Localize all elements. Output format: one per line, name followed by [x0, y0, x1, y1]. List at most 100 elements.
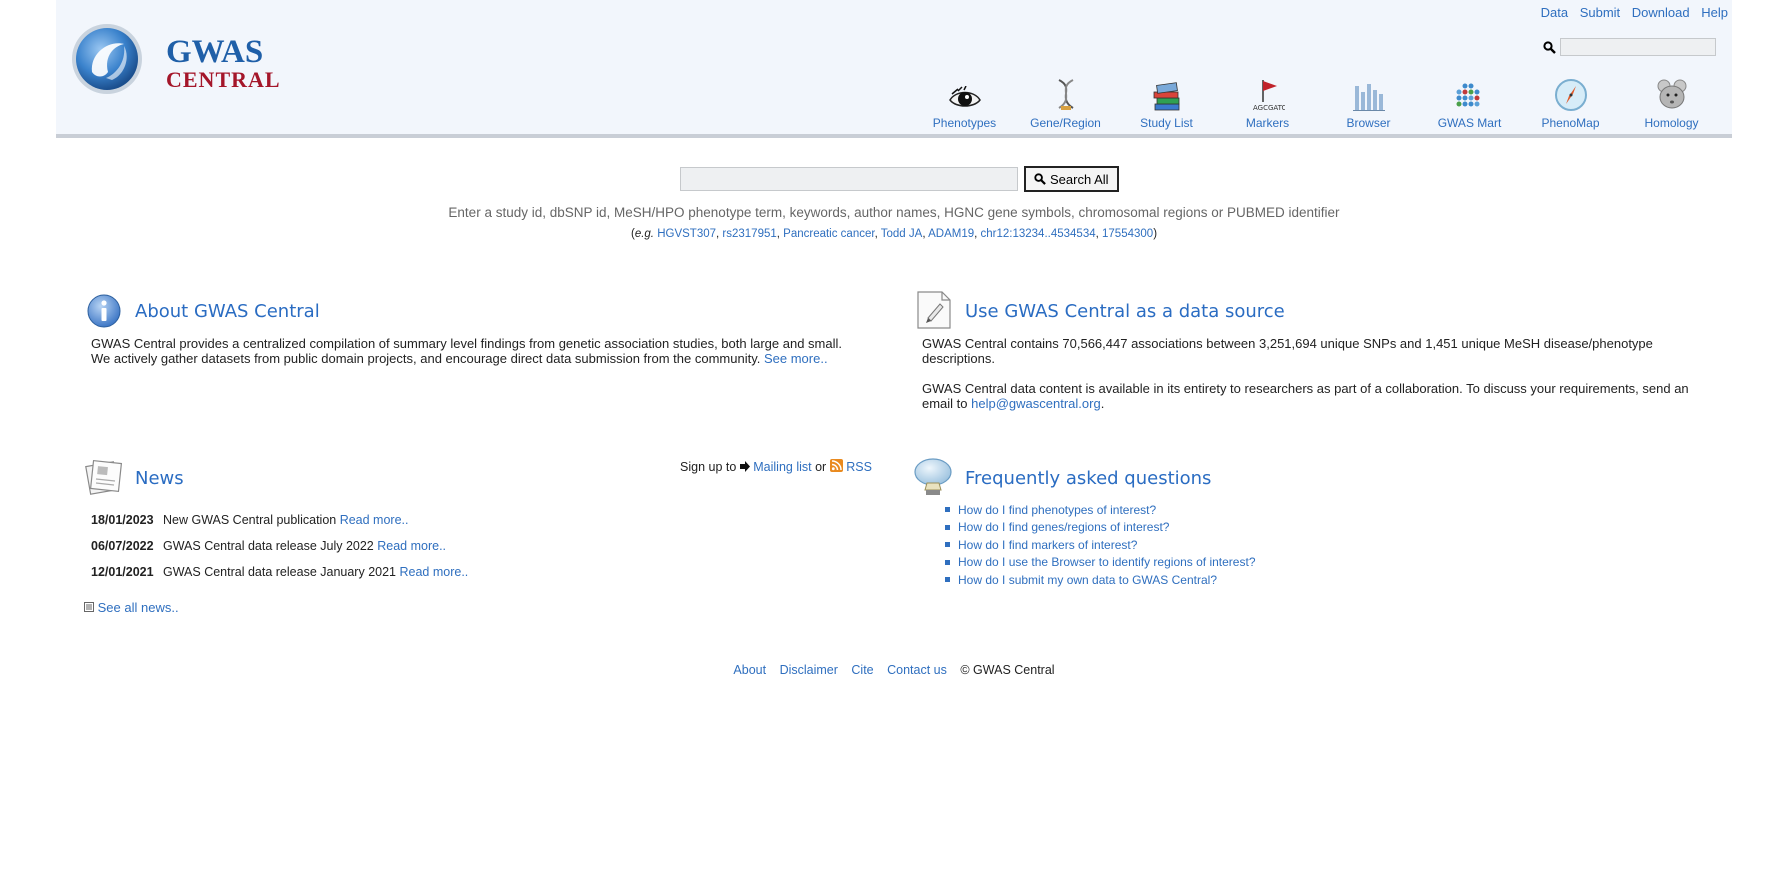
faq-link[interactable]: How do I find phenotypes of interest? [958, 503, 1156, 517]
example-link[interactable]: chr12:13234..4534534 [981, 228, 1096, 240]
dots-grid-icon [1456, 83, 1479, 107]
nav-phenomap-label: PhenoMap [1541, 116, 1600, 130]
main-search-input[interactable] [680, 167, 1018, 191]
nav-gwas-mart-label: GWAS Mart [1437, 116, 1502, 130]
datasource-para1: GWAS Central contains 70,566,447 associa… [922, 336, 1653, 366]
see-all-news[interactable]: See all news.. [84, 600, 179, 615]
example-link[interactable]: HGVST307 [657, 228, 716, 240]
nav-browser[interactable]: Browser [1318, 76, 1419, 130]
news-item: 12/01/2021 GWAS Central data release Jan… [91, 565, 468, 591]
logo-globe-icon [72, 24, 142, 94]
see-all-news-link[interactable]: See all news.. [98, 600, 179, 615]
flag-icon: AGCGATC [1253, 80, 1285, 112]
toplink-submit[interactable]: Submit [1580, 5, 1620, 20]
nav-study-list-label: Study List [1140, 116, 1193, 130]
nav-gene-region[interactable]: Gene/Region [1015, 76, 1116, 130]
faq-item: How do I find genes/regions of interest? [945, 519, 1256, 537]
nav-study-list[interactable]: Study List [1116, 76, 1217, 130]
faq-link[interactable]: How do I submit my own data to GWAS Cent… [958, 573, 1217, 587]
nav-gwas-mart[interactable]: GWAS Mart [1419, 76, 1520, 130]
news-text: New GWAS Central publication [163, 513, 337, 527]
example-link[interactable]: Todd JA [881, 228, 923, 240]
footer-about-link[interactable]: About [733, 663, 766, 677]
news-read-more-link[interactable]: Read more.. [340, 513, 409, 539]
speech-bubble-icon [914, 458, 952, 495]
nav-gene-region-label: Gene/Region [1030, 116, 1101, 130]
dna-icon [1057, 79, 1074, 110]
datasource-title: Use GWAS Central as a data source [965, 301, 1285, 322]
logo-wordmark: GWAS CENTRAL [166, 36, 281, 91]
about-title: About GWAS Central [135, 301, 320, 322]
nav-phenomap[interactable]: PhenoMap [1520, 76, 1621, 130]
signup-bar: Sign up to Mailing list or RSS [680, 459, 872, 474]
news-text: GWAS Central data release January 2021 [163, 565, 396, 579]
nav-markers-label: Markers [1245, 116, 1290, 130]
bullet [945, 577, 950, 583]
datasource-para2: GWAS Central data content is available i… [922, 381, 1689, 411]
about-line1: GWAS Central provides a centralized comp… [91, 336, 842, 351]
logo-line1: GWAS [166, 34, 264, 70]
rss-icon[interactable] [829, 459, 843, 472]
search-all-button[interactable]: Search All [1024, 166, 1119, 192]
news-item: 18/01/2023 New GWAS Central publication … [91, 513, 468, 539]
gwas-central-logo[interactable]: GWAS CENTRAL [70, 22, 280, 96]
nav-phenotypes-label: Phenotypes [932, 116, 997, 130]
search-examples: (e.g. HGVST307, rs2317951, Pancreatic ca… [630, 228, 1158, 240]
news-item: 06/07/2022 GWAS Central data release Jul… [91, 539, 468, 565]
news-read-more-link[interactable]: Read more.. [377, 539, 446, 565]
faq-link[interactable]: How do I find genes/regions of interest? [958, 520, 1169, 534]
mailing-list-link[interactable]: Mailing list [753, 460, 811, 474]
faq-item: How do I find markers of interest? [945, 536, 1256, 554]
examples-eg: e.g. [634, 228, 654, 240]
footer-disclaimer-link[interactable]: Disclaimer [780, 663, 838, 677]
top-links: Data Submit Download Help [1533, 5, 1728, 20]
news-title: News [135, 468, 184, 489]
arrow-right-icon [739, 461, 750, 472]
footer-cite-link[interactable]: Cite [851, 663, 873, 677]
rss-link[interactable]: RSS [846, 460, 872, 474]
bullet [945, 524, 950, 530]
example-link[interactable]: 17554300 [1102, 228, 1153, 240]
news-date: 18/01/2023 [91, 513, 154, 527]
svg-text:AGCGATC: AGCGATC [1253, 104, 1285, 112]
compass-icon [1554, 79, 1587, 111]
news-date: 06/07/2022 [91, 539, 154, 553]
faq-link[interactable]: How do I find markers of interest? [958, 538, 1137, 552]
nav-browser-label: Browser [1346, 116, 1391, 130]
newspaper-icon [85, 459, 123, 495]
bullet [945, 507, 950, 513]
news-text: GWAS Central data release July 2022 [163, 539, 374, 553]
footer-contact-link[interactable]: Contact us [887, 663, 947, 677]
bullet [945, 542, 950, 548]
faq-list: How do I find phenotypes of interest? Ho… [945, 501, 1256, 589]
faq-item: How do I submit my own data to GWAS Cent… [945, 571, 1256, 589]
news-read-more-link[interactable]: Read more.. [399, 565, 468, 591]
about-see-more-link[interactable]: See more.. [764, 351, 828, 366]
toplink-data[interactable]: Data [1541, 5, 1568, 20]
example-link[interactable]: Pancreatic cancer [783, 228, 874, 240]
email-link[interactable]: help@gwascentral.org [971, 396, 1101, 411]
main-nav: Phenotypes Gene/Region Study List AGCGAT… [914, 76, 1722, 130]
header-search [1543, 38, 1716, 56]
toplink-download[interactable]: Download [1632, 5, 1690, 20]
news-list: 18/01/2023 New GWAS Central publication … [91, 513, 468, 591]
document-pen-icon [917, 291, 951, 329]
faq-title: Frequently asked questions [965, 468, 1212, 489]
about-text: GWAS Central provides a centralized comp… [91, 336, 891, 366]
toplink-help[interactable]: Help [1701, 5, 1728, 20]
header-search-input[interactable] [1560, 38, 1716, 56]
nav-homology[interactable]: Homology [1621, 76, 1722, 130]
footer-copyright: © GWAS Central [960, 663, 1055, 677]
list-icon [84, 602, 94, 612]
faq-item: How do I use the Browser to identify reg… [945, 554, 1256, 572]
nav-markers[interactable]: AGCGATC Markers [1217, 76, 1318, 130]
example-link[interactable]: rs2317951 [722, 228, 776, 240]
search-all-label: Search All [1050, 171, 1109, 187]
search-icon[interactable] [1543, 40, 1556, 54]
faq-link[interactable]: How do I use the Browser to identify reg… [958, 555, 1256, 569]
nav-phenotypes[interactable]: Phenotypes [914, 76, 1015, 130]
eye-icon [948, 86, 981, 107]
browser-bars-icon [1352, 84, 1385, 111]
news-date: 12/01/2021 [91, 565, 154, 579]
example-link[interactable]: ADAM19 [928, 228, 974, 240]
